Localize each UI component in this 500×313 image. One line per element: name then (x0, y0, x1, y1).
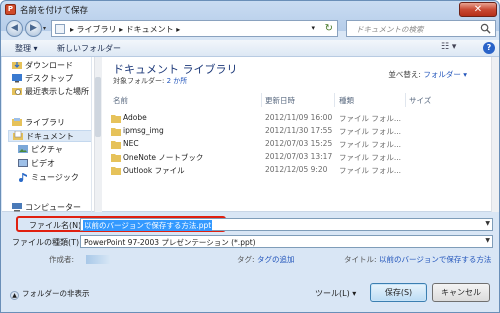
sidebar-item-video[interactable]: ビデオ (18, 158, 55, 170)
table-row[interactable]: OneNote ノートブック 2012/07/03 13:17 ファイル フォル… (109, 152, 439, 164)
library-title: ドキュメント ライブラリ (113, 63, 238, 76)
powerpoint-icon: P (5, 4, 16, 15)
sidebar-item-computer[interactable]: コンピューター (12, 202, 81, 212)
close-button[interactable]: ✕ (459, 2, 497, 17)
search-input[interactable]: ドキュメントの検索 (356, 24, 424, 35)
filetype-value: PowerPoint 97-2003 プレゼンテーション (*.ppt) (84, 238, 256, 247)
refresh-icon[interactable]: ↻ (325, 23, 333, 34)
download-folder-icon (12, 62, 22, 69)
address-bar[interactable]: ▸ ライブラリ ▸ ドキュメント ▸ ▾ ↻ (51, 20, 338, 37)
navigation-pane-scroll-thumb[interactable] (95, 77, 101, 137)
sidebar-item-downloads[interactable]: ダウンロード (12, 60, 73, 72)
dialog-footer: ▲ フォルダーの非表示 ツール(L) ▾ 保存(S) キャンセル (1, 267, 499, 312)
save-as-dialog: P 名前を付けて保存 ✕ ◀ ▶ ▾ ▸ ライブラリ ▸ ドキュメント ▸ ▾ … (0, 0, 500, 313)
tools-menu[interactable]: ツール(L) ▾ (315, 288, 356, 299)
sidebar-item-pictures[interactable]: ピクチャ (18, 144, 63, 156)
file-list-area: ドキュメント ライブラリ 対象フォルダー: 2 か所 並べ替え: フォルダー ▾… (103, 57, 499, 212)
music-icon (19, 173, 27, 182)
author-label: 作成者: (49, 255, 75, 264)
sidebar-item-music[interactable]: ミュージック (18, 172, 79, 184)
folder-icon (111, 167, 121, 175)
library-icon (12, 118, 22, 126)
filename-value[interactable]: 以前のバージョンで保存する方法.ppt (83, 220, 213, 231)
video-icon (18, 159, 28, 167)
documents-icon (13, 131, 23, 140)
command-bar: 整理 ▾ 新しいフォルダー ☷ ▾ ? (1, 40, 499, 57)
column-header-name[interactable]: 名前 (113, 95, 128, 107)
sidebar-item-library[interactable]: ライブラリ (12, 117, 65, 129)
table-row[interactable]: NEC 2012/07/03 15:25 ファイル フォル... (109, 139, 439, 151)
title-label: タイトル: (344, 255, 377, 264)
filename-field[interactable]: 以前のバージョンで保存する方法.ppt ▼ (80, 218, 493, 231)
organize-button[interactable]: 整理 ▾ (15, 43, 38, 54)
search-box[interactable]: ドキュメントの検索 (346, 20, 496, 37)
table-row[interactable]: Adobe 2012/11/09 16:00 ファイル フォル... (109, 113, 439, 125)
folder-icon (111, 128, 121, 136)
chevron-up-icon: ▲ (10, 291, 19, 300)
navigation-pane: ダウンロード デスクトップ 最近表示した場所 ライブラリ ドキュメント ピクチャ… (2, 57, 92, 212)
column-header-date[interactable]: 更新日時 (265, 95, 295, 107)
chevron-down-icon[interactable]: ▼ (485, 220, 490, 227)
library-icon (55, 24, 65, 34)
table-row[interactable]: ipmsg_img 2012/11/30 17:55 ファイル フォル... (109, 126, 439, 138)
desktop-icon (12, 74, 22, 83)
save-button[interactable]: 保存(S) (370, 283, 427, 302)
column-divider[interactable] (405, 93, 406, 107)
forward-button[interactable]: ▶ (25, 20, 42, 37)
filetype-select[interactable]: PowerPoint 97-2003 プレゼンテーション (*.ppt) ▼ (80, 235, 493, 248)
sort-by-dropdown[interactable]: フォルダー ▾ (423, 70, 467, 79)
computer-icon (12, 203, 22, 212)
column-divider[interactable] (261, 93, 262, 107)
column-divider[interactable] (334, 93, 335, 107)
title-input[interactable]: 以前のバージョンで保存する方法 (379, 254, 491, 265)
chevron-down-icon[interactable]: ▼ (485, 237, 490, 244)
pictures-icon (18, 145, 28, 153)
folder-icon (111, 115, 121, 123)
folder-locations-link[interactable]: 2 か所 (167, 77, 188, 85)
sidebar-item-documents[interactable]: ドキュメント (8, 130, 91, 142)
tag-label: タグ: (237, 255, 255, 264)
breadcrumb[interactable]: ▸ ライブラリ ▸ ドキュメント ▸ (70, 24, 180, 35)
tag-input[interactable]: タグの追加 (257, 254, 295, 265)
view-options-button[interactable]: ☷ ▾ (441, 42, 456, 52)
back-button[interactable]: ◀ (6, 20, 23, 37)
navigation-bar: ◀ ▶ ▾ ▸ ライブラリ ▸ ドキュメント ▸ ▾ ↻ ドキュメントの検索 (1, 18, 499, 40)
file-browser: ダウンロード デスクトップ 最近表示した場所 ライブラリ ドキュメント ピクチャ… (2, 57, 499, 212)
cancel-button[interactable]: キャンセル (432, 283, 490, 302)
sidebar-item-desktop[interactable]: デスクトップ (12, 73, 73, 85)
column-header-type[interactable]: 種類 (339, 95, 354, 107)
table-row[interactable]: Outlook ファイル 2012/12/05 9:20 ファイル フォル... (109, 165, 439, 177)
library-subtitle: 対象フォルダー: 2 か所 (113, 77, 188, 85)
filename-label: ファイル名(N): (29, 221, 84, 230)
filetype-label: ファイルの種類(T): (12, 238, 82, 247)
sort-by: 並べ替え: フォルダー ▾ (388, 70, 467, 79)
hide-folders-button[interactable]: ▲ フォルダーの非表示 (10, 288, 90, 300)
author-value-redacted[interactable] (86, 255, 110, 264)
help-icon[interactable]: ? (483, 42, 495, 54)
column-header-size[interactable]: サイズ (409, 95, 431, 107)
sidebar-item-recent-places[interactable]: 最近表示した場所 (12, 86, 89, 98)
folder-icon (111, 141, 121, 149)
file-list-scrollbar[interactable] (491, 57, 499, 212)
window-title: 名前を付けて保存 (20, 6, 89, 16)
recent-places-icon (12, 88, 22, 95)
new-folder-button[interactable]: 新しいフォルダー (57, 43, 121, 54)
save-options: ファイル名(N): 以前のバージョンで保存する方法.ppt ▼ ファイルの種類(… (1, 212, 499, 267)
folder-icon (111, 154, 121, 162)
search-icon[interactable] (480, 23, 491, 34)
chevron-down-icon[interactable]: ▾ (311, 24, 315, 32)
title-bar: P 名前を付けて保存 ✕ (1, 1, 499, 18)
recent-pages-dropdown-icon[interactable]: ▾ (43, 25, 46, 32)
